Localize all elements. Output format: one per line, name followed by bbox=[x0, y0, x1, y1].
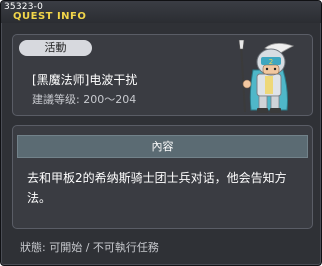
title-bar[interactable]: 35323-0 QUEST INFO bbox=[1, 1, 321, 23]
quest-name: [黑魔法师]电波干扰 bbox=[32, 73, 138, 87]
content-header: 內容 bbox=[17, 135, 308, 158]
window-title: QUEST INFO bbox=[13, 11, 87, 22]
quest-type-badge: 活動 bbox=[19, 40, 92, 56]
quest-status: 狀態: 可開始 / 不可執行任務 bbox=[20, 241, 159, 254]
content-text: 去和甲板2的希纳斯骑士团士兵对话，他会告知方法。 bbox=[27, 171, 287, 205]
quest-header-panel: 活動 [黑魔法师]电波干扰 建議等级: 200～204 2 bbox=[12, 34, 313, 116]
quest-info-window: 35323-0 QUEST INFO 活動 [黑魔法师]电波干扰 建議等级: 2… bbox=[0, 0, 322, 266]
npc-knight-icon: 2 bbox=[238, 40, 295, 113]
recommended-level: 建議等级: 200～204 bbox=[32, 93, 137, 106]
quest-content-panel: 內容 去和甲板2的希纳斯骑士团士兵对话，他会告知方法。 bbox=[12, 125, 313, 229]
